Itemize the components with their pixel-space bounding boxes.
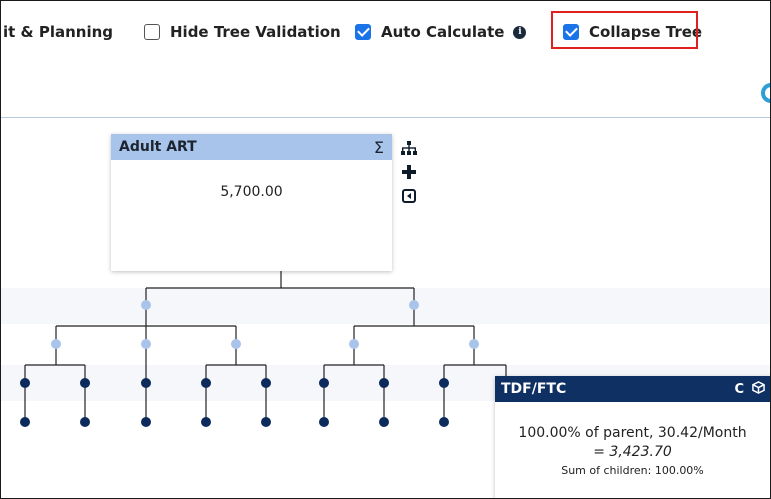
root-node-title: Adult ART (119, 139, 197, 155)
tree-node (261, 417, 271, 427)
detail-percent-text: 100.00% of parent, 30.42/Month (518, 425, 747, 441)
tree-node (141, 300, 151, 310)
tree-view-panel: it & Planning Hide Tree Validation Auto … (0, 0, 771, 499)
tree-node (319, 417, 329, 427)
tree-node (201, 417, 211, 427)
collapse-left-icon[interactable] (402, 189, 416, 207)
tree-node (349, 339, 359, 349)
detail-node-header[interactable]: TDF/FTC C (495, 376, 770, 402)
tree-node (469, 339, 479, 349)
detail-result-value: = 3,423.70 (593, 444, 672, 460)
c-icon[interactable]: C (734, 382, 744, 397)
tree-node (141, 339, 151, 349)
detail-sum-children: Sum of children: 100.00% (561, 464, 704, 477)
tree-node (439, 378, 449, 388)
root-node-value: 5,700.00 (220, 184, 283, 200)
cube-icon[interactable] (752, 380, 765, 398)
tree-node (231, 339, 241, 349)
tree-node (409, 300, 419, 310)
tree-node (51, 339, 61, 349)
tree-node (379, 417, 389, 427)
tree-node (20, 417, 30, 427)
tree-node (201, 378, 211, 388)
tree-node (141, 417, 151, 427)
leaf-nodes (20, 378, 449, 427)
sum-icon[interactable]: Σ (374, 138, 384, 157)
detail-node-card[interactable]: TDF/FTC C 100.00% of parent, 30.42/Month… (495, 376, 770, 498)
tree-node (20, 378, 30, 388)
detail-node-title: TDF/FTC (501, 381, 567, 397)
tree-node (141, 378, 151, 388)
plus-icon[interactable] (402, 165, 416, 183)
tree-node (261, 378, 271, 388)
tree-node (80, 417, 90, 427)
tree-node (439, 417, 449, 427)
root-node-card[interactable]: Adult ART Σ 5,700.00 (111, 134, 392, 271)
node-actions (401, 141, 417, 207)
tree-node (379, 378, 389, 388)
tree-node (319, 378, 329, 388)
mid-level-nodes (51, 300, 479, 349)
root-node-header[interactable]: Adult ART Σ (111, 134, 392, 160)
sitemap-icon[interactable] (401, 141, 417, 159)
tree-node (80, 378, 90, 388)
